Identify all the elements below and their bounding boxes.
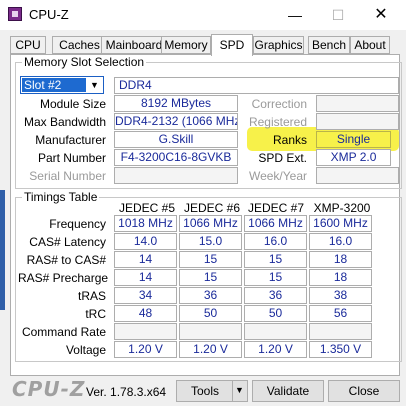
timing-cell: 36: [179, 287, 242, 304]
timing-cell: 16.0: [309, 233, 372, 250]
timings-group-title: Timings Table: [22, 190, 100, 204]
timing-cell: 56: [309, 305, 372, 322]
window-title: CPU-Z: [29, 7, 69, 22]
timing-cell: 1066 MHz: [244, 215, 307, 232]
close-button[interactable]: Close: [328, 380, 400, 402]
timing-cell: 50: [244, 305, 307, 322]
week-year-field: [316, 167, 399, 184]
timing-cell: 38: [309, 287, 372, 304]
timing-cell: 14: [114, 251, 177, 268]
timing-cell: 15: [244, 251, 307, 268]
timing-row-label: RAS# to CAS#: [26, 253, 106, 267]
tools-dropdown-icon[interactable]: ▼: [232, 380, 246, 402]
tab-caches[interactable]: Caches: [52, 36, 107, 54]
tab-mainboard[interactable]: Mainboard: [101, 36, 167, 54]
timing-cell: 14: [114, 269, 177, 286]
spd-ext-label: SPD Ext.: [258, 151, 307, 165]
tab-bench[interactable]: Bench: [308, 36, 350, 54]
correction-field: [316, 95, 399, 112]
part-number-field: F4-3200C16-8GVKB: [114, 149, 238, 166]
ranks-label: Ranks: [272, 133, 307, 147]
manufacturer-field: G.Skill: [114, 131, 238, 148]
memory-slot-group-title: Memory Slot Selection: [22, 55, 147, 69]
slot-select[interactable]: Slot #2 ▼: [20, 76, 104, 94]
timing-cell: 15: [244, 269, 307, 286]
timings-column-header: JEDEC #6: [183, 201, 241, 215]
manufacturer-label: Manufacturer: [35, 133, 106, 147]
maximize-button[interactable]: ☐: [318, 3, 358, 27]
part-number-label: Part Number: [37, 151, 106, 165]
module-size-label: Module Size: [39, 97, 106, 111]
timing-cell: [114, 323, 177, 340]
spd-ext-field: XMP 2.0: [316, 149, 391, 166]
timing-cell: [309, 323, 372, 340]
footer-bar: CPU-Z Ver. 1.78.3.x64 Tools ▼ Validate C…: [0, 376, 406, 406]
timing-cell: 50: [179, 305, 242, 322]
timings-column-header: XMP-3200: [313, 201, 371, 215]
minimize-button[interactable]: —: [275, 3, 315, 27]
timing-row-label: RAS# Precharge: [18, 271, 109, 285]
title-bar[interactable]: CPU-Z — ☐ ✕: [0, 0, 406, 30]
serial-number-field: [114, 167, 238, 184]
timing-cell: 1018 MHz: [114, 215, 177, 232]
timing-cell: 16.0: [244, 233, 307, 250]
timing-cell: 18: [309, 251, 372, 268]
tab-spd[interactable]: SPD: [211, 34, 253, 56]
timing-row-label: CAS# Latency: [29, 235, 106, 249]
serial-number-label: Serial Number: [29, 169, 106, 183]
timing-cell: 15: [179, 269, 242, 286]
timing-cell: 34: [114, 287, 177, 304]
timing-cell: 15: [179, 251, 242, 268]
registered-label: Registered: [248, 115, 307, 129]
timings-column-header: JEDEC #5: [118, 201, 176, 215]
max-bandwidth-label: Max Bandwidth: [23, 115, 106, 129]
timings-column-header: JEDEC #7: [247, 201, 305, 215]
timing-cell: 36: [244, 287, 307, 304]
timing-cell: 1.20 V: [179, 341, 242, 358]
tab-graphics[interactable]: Graphics: [253, 36, 304, 54]
tools-button-label: Tools: [191, 384, 220, 398]
close-window-button[interactable]: ✕: [361, 3, 401, 27]
timing-cell: 1.350 V: [309, 341, 372, 358]
timing-cell: [244, 323, 307, 340]
week-year-label: Week/Year: [248, 169, 307, 183]
ranks-field: Single: [316, 131, 391, 148]
cpuz-app-icon: [8, 7, 22, 21]
tab-memory[interactable]: Memory: [161, 36, 211, 54]
timing-cell: 1600 MHz: [309, 215, 372, 232]
module-size-field: 8192 MBytes: [114, 95, 238, 112]
timing-row-label: tRAS: [77, 289, 106, 303]
tab-cpu[interactable]: CPU: [10, 36, 46, 54]
timing-cell: 18: [309, 269, 372, 286]
version-text: Ver. 1.78.3.x64: [86, 385, 167, 399]
timing-cell: 14.0: [114, 233, 177, 250]
timing-cell: 15.0: [179, 233, 242, 250]
cpuz-logo: CPU-Z: [12, 377, 86, 401]
correction-label: Correction: [251, 97, 307, 111]
timing-cell: [179, 323, 242, 340]
timing-cell: 48: [114, 305, 177, 322]
chevron-down-icon[interactable]: ▼: [86, 77, 103, 93]
registered-field: [316, 113, 399, 130]
timing-row-label: Command Rate: [21, 325, 106, 339]
tab-about[interactable]: About: [350, 36, 390, 54]
timing-row-label: tRC: [85, 307, 106, 321]
timing-cell: 1.20 V: [114, 341, 177, 358]
memory-type-field: DDR4: [114, 77, 399, 94]
cpuz-window: CPU-Z — ☐ ✕ CPU Caches Mainboard Memory …: [0, 0, 406, 406]
timing-row-label: Voltage: [65, 343, 106, 357]
validate-button[interactable]: Validate: [252, 380, 324, 402]
timing-cell: 1.20 V: [244, 341, 307, 358]
background-window-edge: [0, 190, 5, 310]
timing-cell: 1066 MHz: [179, 215, 242, 232]
timing-row-label: Frequency: [49, 217, 106, 231]
slot-select-value: Slot #2: [22, 78, 86, 92]
max-bandwidth-field: DDR4-2132 (1066 MHz): [114, 113, 238, 130]
